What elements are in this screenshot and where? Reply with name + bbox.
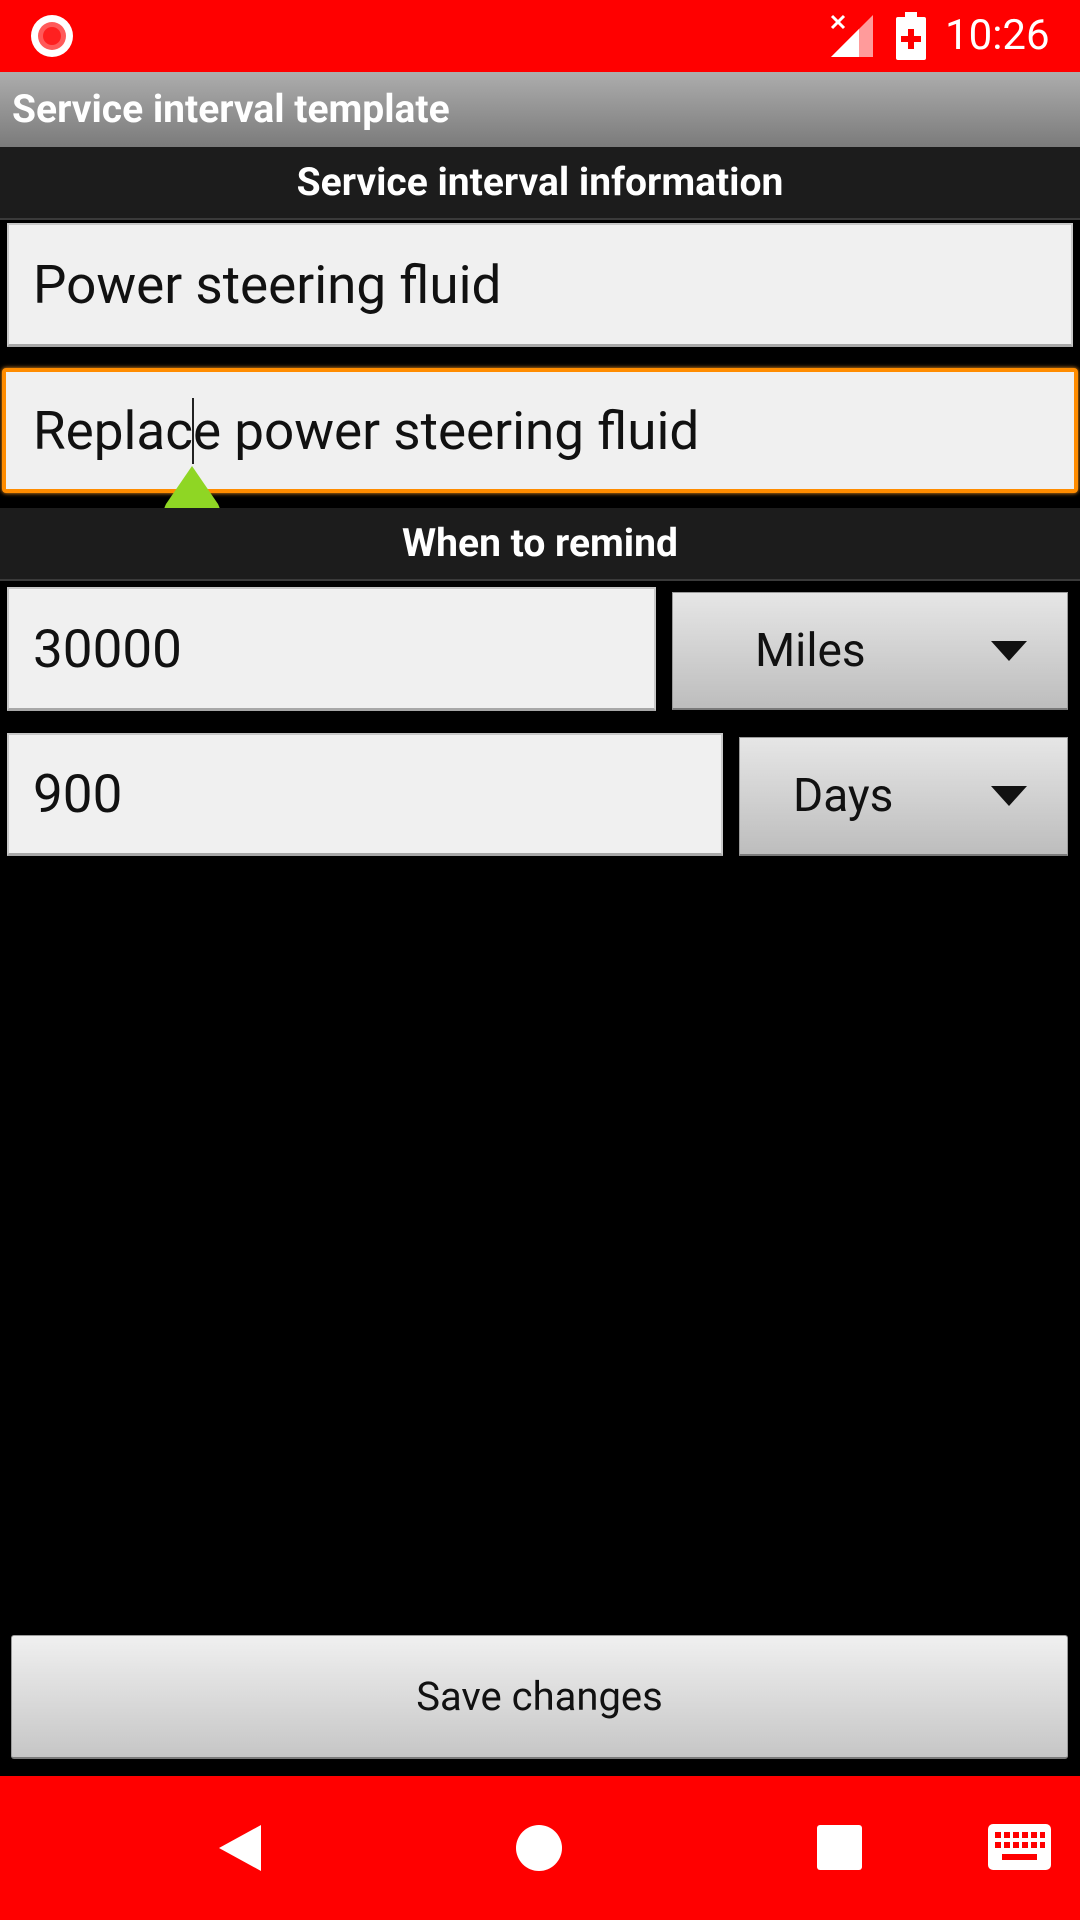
battery-charging-icon (896, 12, 926, 60)
distance-unit-label: Miles (755, 623, 866, 678)
section-header-remind: When to remind (0, 508, 1080, 581)
section-header-info: Service interval information (0, 147, 1080, 220)
home-icon[interactable] (515, 1824, 563, 1872)
screen-record-icon (31, 15, 73, 57)
time-value: 900 (33, 763, 123, 825)
back-icon[interactable] (217, 1823, 263, 1873)
description-text-after-cursor: e power steering fluid (192, 399, 700, 462)
service-name-value: Power steering fluid (33, 253, 502, 316)
status-bar: 10:26 (0, 0, 1080, 72)
dropdown-arrow-icon (991, 786, 1027, 806)
page-title: Service interval template (12, 86, 450, 132)
recents-icon[interactable] (817, 1825, 862, 1870)
time-interval-field[interactable]: 900 (7, 733, 723, 856)
distance-unit-spinner[interactable]: Miles (672, 592, 1068, 710)
distance-value: 30000 (33, 617, 182, 680)
keyboard-icon[interactable] (988, 1824, 1051, 1870)
distance-interval-field[interactable]: 30000 (7, 587, 656, 711)
save-changes-button[interactable]: Save changes (11, 1635, 1068, 1759)
title-bar: Service interval template (0, 72, 1080, 147)
clock: 10:26 (945, 11, 1050, 60)
description-text-before-cursor: Replac (33, 399, 193, 462)
service-name-field[interactable]: Power steering fluid (7, 223, 1073, 347)
dropdown-arrow-icon (991, 640, 1027, 661)
time-unit-spinner[interactable]: Days (739, 737, 1068, 856)
time-unit-label: Days (793, 769, 894, 823)
no-signal-icon (830, 14, 873, 57)
